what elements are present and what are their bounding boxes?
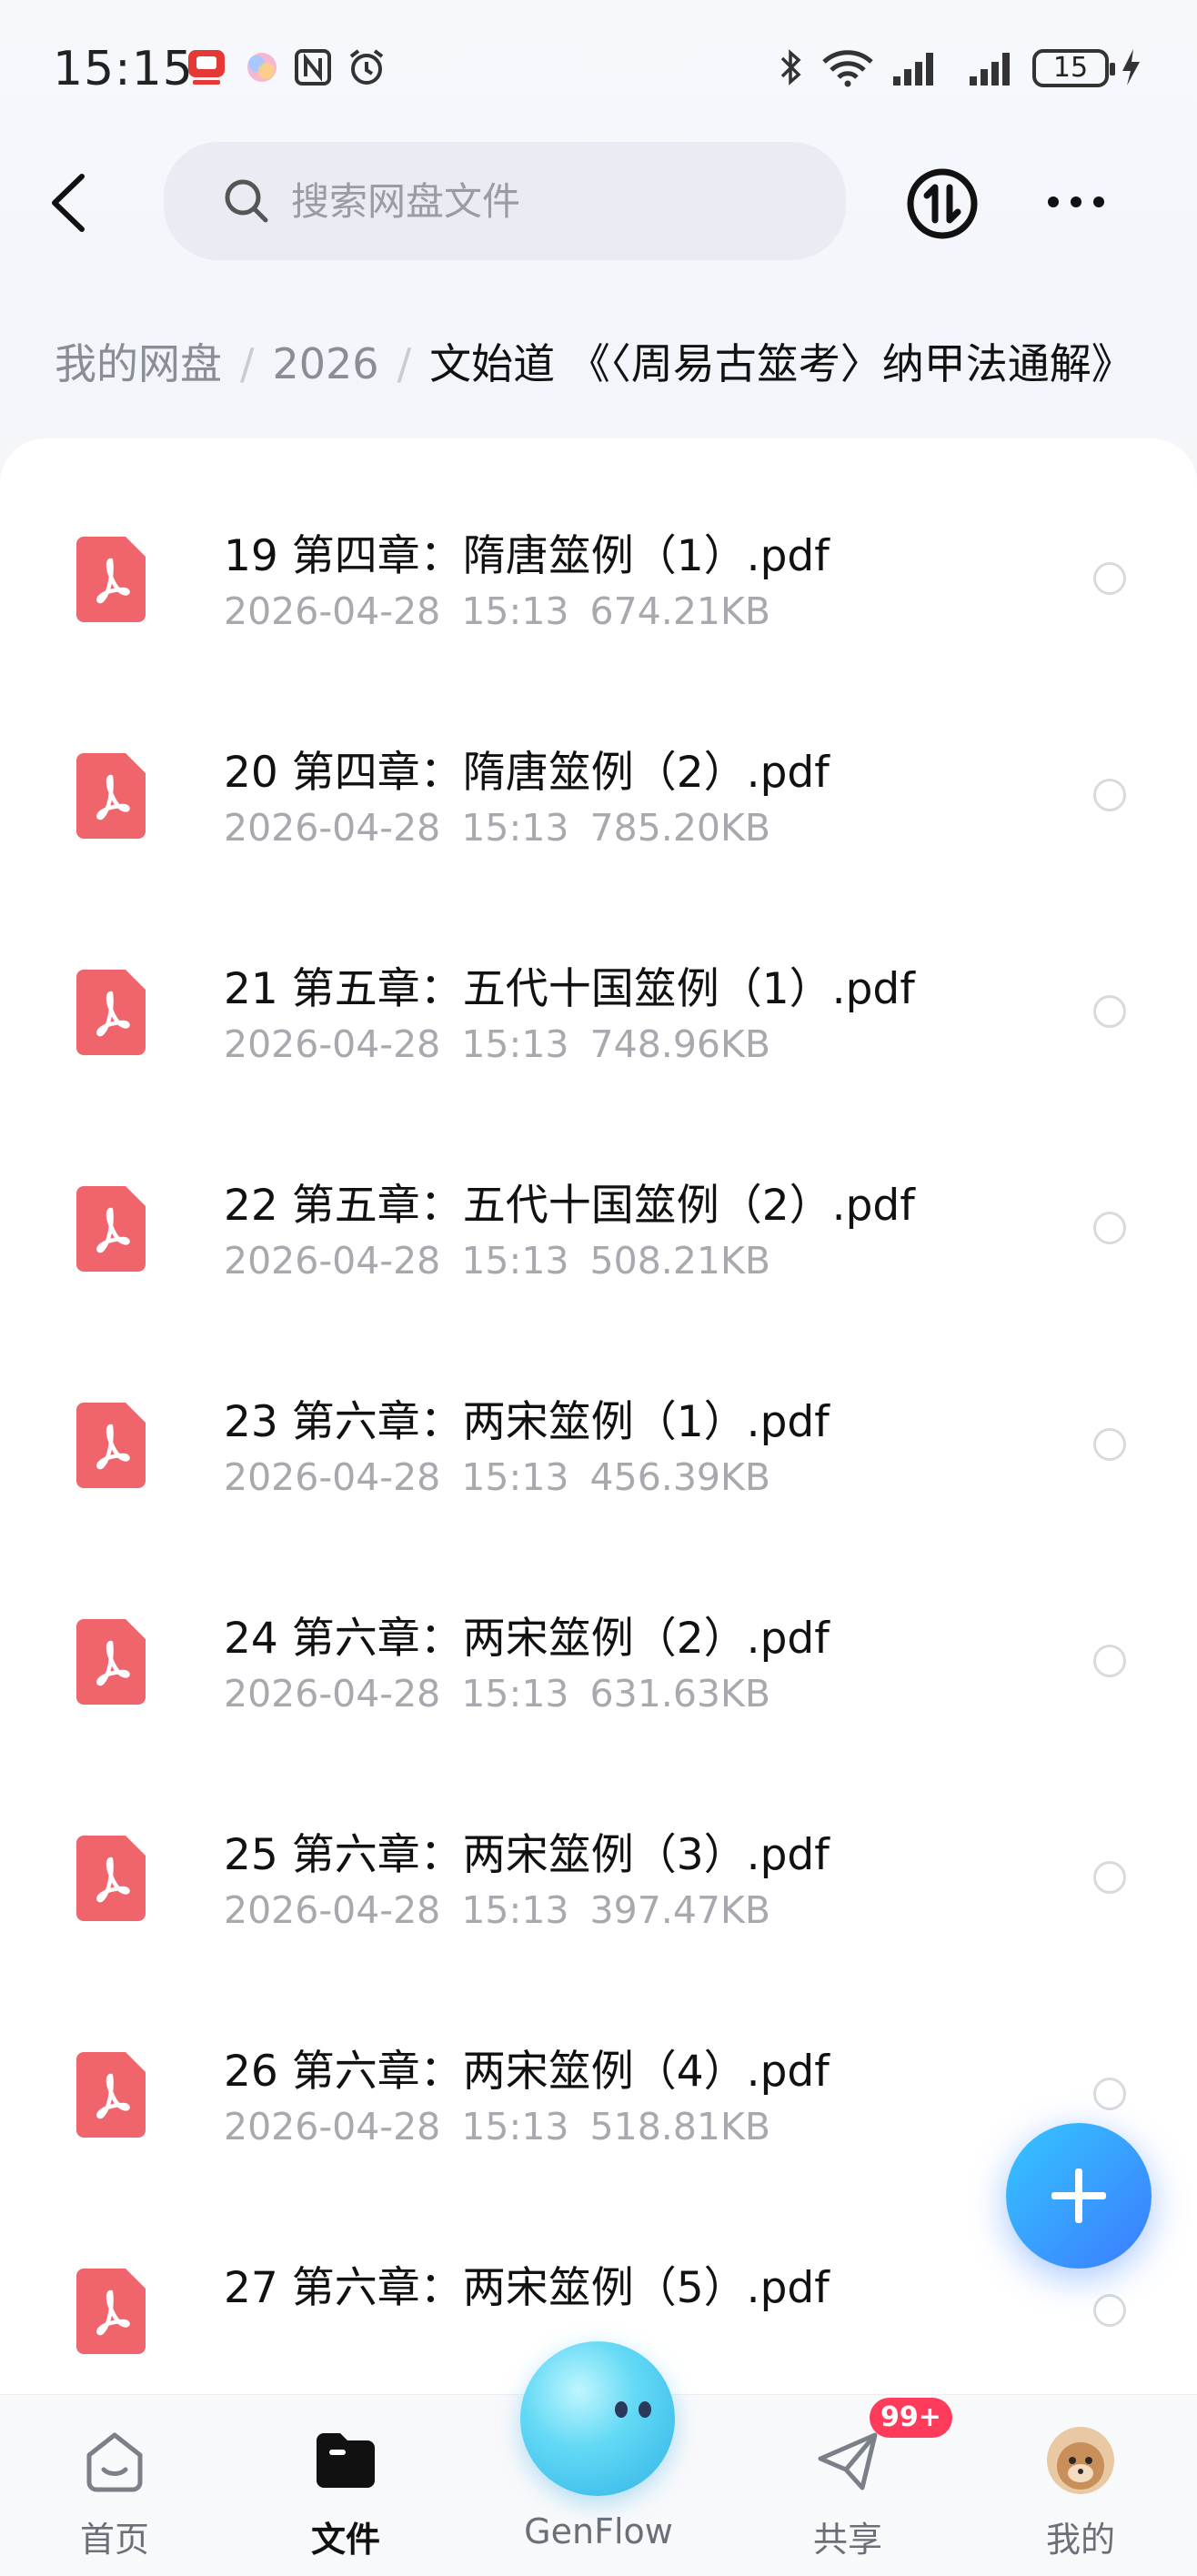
tab-files[interactable]: 文件 (255, 2395, 437, 2576)
select-radio[interactable] (1093, 995, 1126, 1028)
pdf-file-icon (76, 1186, 146, 1272)
select-radio[interactable] (1093, 1645, 1126, 1677)
select-radio[interactable] (1093, 779, 1126, 811)
file-meta: 2026-04-28 15:13 456.39KB (224, 1455, 771, 1499)
select-radio[interactable] (1093, 1861, 1126, 1894)
transfer-icon[interactable] (906, 167, 979, 240)
battery-level: 15 (1032, 49, 1115, 87)
file-name: 19 第四章：隋唐筮例（1）.pdf (224, 531, 830, 581)
file-name: 20 第四章：隋唐筮例（2）.pdf (224, 748, 830, 798)
search-input[interactable] (291, 142, 800, 260)
tab-home[interactable]: 首页 (24, 2395, 206, 2576)
breadcrumb-item-year[interactable]: 2026 (273, 339, 379, 388)
file-meta: 2026-04-28 15:13 674.21KB (224, 589, 771, 633)
tab-mine-label: 我的 (1045, 2520, 1115, 2560)
file-meta: 2026-04-28 15:13 475.20KB (224, 438, 770, 446)
breadcrumb-separator: / (240, 339, 255, 388)
breadcrumb-current: 文始道 《〈周易古筮考〉纳甲法通解》 (429, 339, 1133, 388)
file-meta: 2026-04-28 15:13 785.20KB (224, 806, 771, 850)
breadcrumb-item-root[interactable]: 我的网盘 (55, 339, 222, 388)
select-radio[interactable] (1093, 1212, 1126, 1244)
file-row[interactable]: 24 第六章：两宋筮例（2）.pdf 2026-04-28 15:13 631.… (0, 1554, 1197, 1770)
bluetooth-icon (780, 49, 801, 86)
app-notification-icon (188, 50, 225, 85)
alarm-icon (349, 49, 384, 85)
file-name: 26 第六章：两宋筮例（4）.pdf (224, 2047, 830, 2097)
nfc-icon (295, 49, 331, 86)
file-row[interactable]: 21 第五章：五代十国筮例（1）.pdf 2026-04-28 15:13 74… (0, 904, 1197, 1121)
home-icon (86, 2432, 143, 2492)
pdf-file-icon (76, 537, 146, 622)
tab-files-label: 文件 (310, 2520, 380, 2560)
status-time: 15:15 (53, 42, 194, 96)
charging-icon (1122, 49, 1140, 86)
pdf-file-icon (76, 1836, 146, 1921)
file-name: 24 第六章：两宋筮例（2）.pdf (224, 1614, 830, 1664)
file-meta: 2026-04-28 15:13 397.47KB (224, 1888, 771, 1932)
file-meta: 2026-04-28 15:13 748.96KB (224, 1022, 771, 1066)
file-meta: 2026-04-28 15:13 631.63KB (224, 1672, 771, 1716)
signal-2-icon (970, 53, 1010, 86)
tab-mine[interactable]: 我的 (990, 2395, 1172, 2576)
file-row[interactable]: 22 第五章：五代十国筮例（2）.pdf 2026-04-28 15:13 50… (0, 1121, 1197, 1337)
select-radio[interactable] (1093, 2294, 1126, 2327)
file-row[interactable]: 2026-04-28 15:13 475.20KB (0, 438, 1197, 471)
genflow-mascot-icon[interactable] (520, 2341, 675, 2496)
pdf-file-icon (76, 2052, 146, 2138)
more-options-icon[interactable] (1044, 182, 1108, 222)
pdf-file-icon (76, 970, 146, 1055)
avatar (1047, 2427, 1114, 2494)
signal-1-icon (893, 53, 933, 86)
paper-plane-icon (818, 2432, 878, 2490)
mascot-eye (639, 2401, 651, 2418)
breadcrumb-separator: / (397, 339, 412, 388)
back-arrow-icon[interactable] (44, 171, 98, 235)
file-row[interactable]: 20 第四章：隋唐筮例（2）.pdf 2026-04-28 15:13 785.… (0, 688, 1197, 904)
file-name: 22 第五章：五代十国筮例（2）.pdf (224, 1181, 915, 1231)
select-radio[interactable] (1093, 562, 1126, 595)
file-name: 23 第六章：两宋筮例（1）.pdf (224, 1397, 830, 1447)
file-meta: 2026-04-28 15:13 508.21KB (224, 1239, 771, 1283)
select-radio[interactable] (1093, 1428, 1126, 1461)
file-name: 21 第五章：五代十国筮例（1）.pdf (224, 964, 915, 1014)
search-icon (225, 179, 268, 223)
gallery-icon (247, 53, 277, 82)
file-name: 25 第六章：两宋筮例（3）.pdf (224, 1830, 830, 1880)
file-meta: 2026-04-28 15:13 518.81KB (224, 2105, 771, 2148)
status-bar: 15:15 15 (0, 0, 1197, 146)
select-radio[interactable] (1093, 2078, 1126, 2110)
wifi-icon (822, 50, 873, 87)
tab-home-label: 首页 (79, 2520, 149, 2560)
pdf-file-icon (76, 1619, 146, 1705)
mascot-eye (615, 2401, 628, 2418)
file-name: 27 第六章：两宋筮例（5）.pdf (224, 2263, 830, 2313)
pdf-file-icon (76, 753, 146, 839)
breadcrumb: 我的网盘 / 2026 / 文始道 《〈周易古筮考〉纳甲法通解》 (55, 327, 1133, 400)
share-notification-badge: 99+ (870, 2398, 952, 2438)
folder-icon (317, 2433, 375, 2488)
file-row[interactable]: 23 第六章：两宋筮例（1）.pdf 2026-04-28 15:13 456.… (0, 1337, 1197, 1554)
pdf-file-icon (76, 1403, 146, 1488)
tab-genflow-label: GenFlow (524, 2511, 673, 2551)
search-bar[interactable] (164, 142, 846, 260)
tab-share-label: 共享 (812, 2520, 882, 2560)
file-row[interactable]: 25 第六章：两宋筮例（3）.pdf 2026-04-28 15:13 397.… (0, 1770, 1197, 1987)
file-row[interactable]: 19 第四章：隋唐筮例（1）.pdf 2026-04-28 15:13 674.… (0, 471, 1197, 688)
add-button[interactable] (1006, 2123, 1152, 2269)
pdf-file-icon (76, 2269, 146, 2354)
file-list: 2026-04-28 15:13 475.20KB 19 第四章：隋唐筮例（1）… (0, 438, 1197, 2394)
file-browser-screen: 15:15 15 我的网盘 / 2026 / 文始道 《〈周易古筮考〉纳甲法通解》 20… (0, 0, 1197, 2576)
